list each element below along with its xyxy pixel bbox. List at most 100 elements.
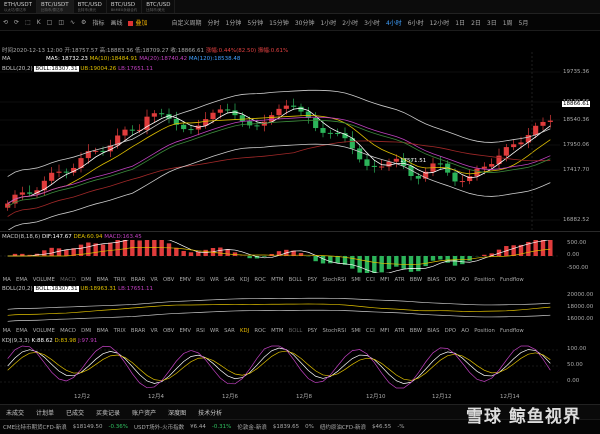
indicator-tab[interactable]: Position xyxy=(472,277,498,283)
indicator-tab[interactable]: RSI xyxy=(194,328,208,334)
indicator-tab[interactable]: ATR xyxy=(392,328,407,334)
toolbar-tool-icon[interactable]: K xyxy=(34,19,44,26)
indicator-tab[interactable]: Fundflow xyxy=(497,328,526,334)
indicator-tab[interactable]: DPO xyxy=(442,328,459,334)
instrument-tab[interactable]: BTC/USDBitMEX永续合约 xyxy=(107,0,142,13)
overlay-toggle[interactable]: 叠加 xyxy=(125,18,150,27)
indicator-tab[interactable]: MA xyxy=(0,277,13,283)
indicator-tab[interactable]: VR xyxy=(148,328,161,334)
indicator-tab[interactable]: BMA xyxy=(94,328,111,334)
indicator-tab[interactable]: ROC xyxy=(252,277,269,283)
candlestick-chart[interactable] xyxy=(0,52,560,230)
indicator-tab[interactable]: ROC xyxy=(252,328,269,334)
period-button[interactable]: 1小时 xyxy=(317,18,339,27)
period-button[interactable]: 30分钟 xyxy=(292,18,318,27)
indicator-tab[interactable]: PSY xyxy=(305,328,320,334)
indicator-tab[interactable]: VOLUME xyxy=(30,277,57,283)
toolbar-tool-icon[interactable]: ⟲ xyxy=(0,19,11,26)
period-button[interactable]: 15分钟 xyxy=(266,18,292,27)
indicator-tab[interactable]: ATR xyxy=(392,277,407,283)
period-button[interactable]: 自定义周期 xyxy=(168,18,204,27)
indicator-tab[interactable]: DMI xyxy=(79,328,94,334)
indicator-tab[interactable]: CCI xyxy=(363,328,377,334)
indicator-tab[interactable]: MACD xyxy=(58,328,79,334)
indicator-tab[interactable]: RSI xyxy=(194,277,208,283)
indicator-tab[interactable]: OBV xyxy=(160,277,176,283)
indicator-tab[interactable]: BIAS xyxy=(425,277,442,283)
period-button[interactable]: 5月 xyxy=(516,18,532,27)
indicator-tab[interactable]: EMA xyxy=(13,328,30,334)
indicator-tab[interactable]: MFI xyxy=(377,277,391,283)
toolbar-tool-icon[interactable]: ∿ xyxy=(67,19,78,26)
indicator-tab[interactable]: BBW xyxy=(407,328,425,334)
indicator-tab[interactable]: KDJ xyxy=(237,277,251,283)
indicator-tab[interactable]: BOLL xyxy=(286,328,305,334)
period-button[interactable]: 1周 xyxy=(500,18,516,27)
indicator-tab[interactable]: EMV xyxy=(177,277,194,283)
kdj-chart[interactable] xyxy=(0,344,560,390)
indicator-tab[interactable]: BOLL xyxy=(286,277,305,283)
toolbar-tool-icon[interactable]: 画线 xyxy=(107,18,125,27)
instrument-tab[interactable]: BTC/USD比特币/美元 xyxy=(74,0,107,13)
indicator-tab[interactable]: WR xyxy=(207,277,221,283)
indicator-tab[interactable]: TRIX xyxy=(111,277,128,283)
indicator-tab[interactable]: MA xyxy=(0,328,13,334)
indicator-tab[interactable]: SAR xyxy=(221,328,237,334)
period-button[interactable]: 5分钟 xyxy=(244,18,266,27)
toolbar-tool-icon[interactable]: □ xyxy=(44,19,56,26)
toolbar-tool-icon[interactable]: ⟳ xyxy=(11,19,22,26)
indicator-tab[interactable]: BMA xyxy=(94,277,111,283)
indicator-tab[interactable]: MACD xyxy=(58,277,79,283)
indicator-tab[interactable]: VR xyxy=(148,277,161,283)
indicator-tab[interactable]: BIAS xyxy=(425,328,442,334)
period-button[interactable]: 2小时 xyxy=(339,18,361,27)
indicator-tab[interactable]: BBW xyxy=(407,277,425,283)
indicator-tab[interactable]: MTM xyxy=(269,277,287,283)
bottom-tab[interactable]: 已成交 xyxy=(60,408,90,417)
period-button[interactable]: 4小时 xyxy=(383,18,405,27)
period-button[interactable]: 6小时 xyxy=(405,18,427,27)
indicator-tab[interactable]: DPO xyxy=(442,277,459,283)
indicator-tab[interactable]: Fundflow xyxy=(497,277,526,283)
instrument-tab[interactable]: BTC/USDT比特币/泰达币 xyxy=(37,0,74,13)
indicator-tab[interactable]: SAR xyxy=(221,277,237,283)
indicator-tab[interactable]: CCI xyxy=(363,277,377,283)
indicator-tab[interactable]: MFI xyxy=(377,328,391,334)
period-button[interactable]: 3小时 xyxy=(361,18,383,27)
indicator-tab[interactable]: StochRSI xyxy=(320,277,349,283)
bottom-tab[interactable]: 买卖记录 xyxy=(90,408,126,417)
toolbar-tool-icon[interactable]: 指标 xyxy=(89,18,107,27)
toolbar-tool-icon[interactable]: ◫ xyxy=(55,19,67,26)
indicator-tab[interactable]: BRAR xyxy=(128,277,148,283)
bottom-tab[interactable]: 深度图 xyxy=(162,408,192,417)
indicator-tab[interactable]: Position xyxy=(472,328,498,334)
indicator-tab[interactable]: MTM xyxy=(269,328,287,334)
toolbar-tool-icon[interactable]: ⚙ xyxy=(78,19,89,26)
instrument-tab[interactable]: BTC/USD比特币/美元 xyxy=(142,0,175,13)
period-button[interactable]: 分时 xyxy=(205,18,223,27)
toolbar-tool-icon[interactable]: ⬚ xyxy=(22,19,34,26)
indicator-tab[interactable]: BRAR xyxy=(128,328,148,334)
indicator-tab[interactable]: VOLUME xyxy=(30,328,57,334)
macd-chart[interactable] xyxy=(0,240,560,273)
instrument-tab[interactable]: ETH/USDT以太坊/泰达币 xyxy=(0,0,37,13)
indicator-tab[interactable]: KDJ xyxy=(237,328,251,334)
period-button[interactable]: 3日 xyxy=(484,18,500,27)
indicator-tab[interactable]: AO xyxy=(459,328,472,334)
indicator-tab[interactable]: SMI xyxy=(349,277,364,283)
indicator-tab[interactable]: WR xyxy=(207,328,221,334)
period-button[interactable]: 12小时 xyxy=(427,18,453,27)
bottom-tab[interactable]: 计划单 xyxy=(30,408,60,417)
indicator-tab[interactable]: EMV xyxy=(177,328,194,334)
bottom-tab[interactable]: 账户资产 xyxy=(126,408,162,417)
indicator-tab[interactable]: EMA xyxy=(13,277,30,283)
indicator-tab[interactable]: DMI xyxy=(79,277,94,283)
indicator-tab[interactable]: TRIX xyxy=(111,328,128,334)
period-button[interactable]: 2日 xyxy=(468,18,484,27)
bottom-tab[interactable]: 未成交 xyxy=(0,408,30,417)
indicator-tab[interactable]: SMI xyxy=(349,328,364,334)
indicator-tab[interactable]: PSY xyxy=(305,277,320,283)
indicator-tab[interactable]: StochRSI xyxy=(320,328,349,334)
indicator-tab[interactable]: OBV xyxy=(160,328,176,334)
period-button[interactable]: 1日 xyxy=(452,18,468,27)
